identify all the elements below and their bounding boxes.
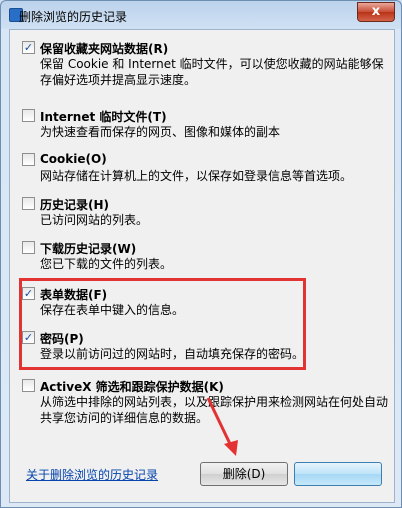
title-bar[interactable]: 删除浏览的历史记录 x xyxy=(1,1,401,29)
dialog-window: 删除浏览的历史记录 x ✓ 保留收藏夹网站数据(R) 保留 Cookie 和 I… xyxy=(0,0,402,508)
window-title: 删除浏览的历史记录 xyxy=(19,10,128,24)
close-button[interactable]: x xyxy=(357,2,395,22)
red-arrow-icon xyxy=(206,397,238,456)
dialog-content: ✓ 保留收藏夹网站数据(R) 保留 Cookie 和 Internet 临时文件… xyxy=(9,29,395,503)
